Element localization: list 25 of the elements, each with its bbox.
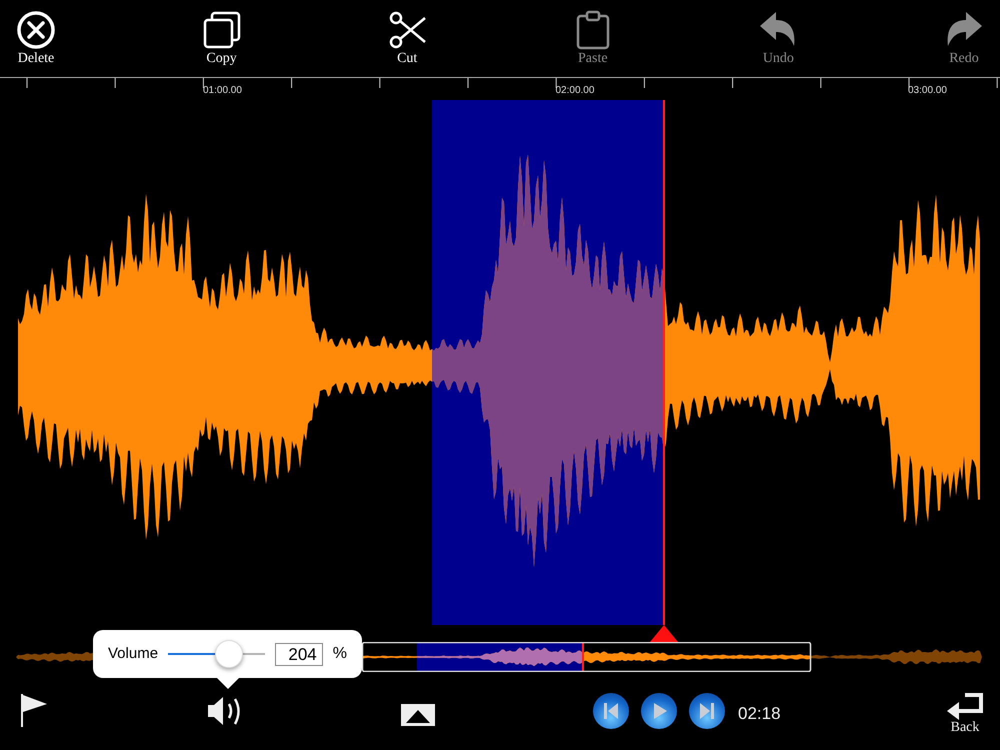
close-icon	[16, 10, 56, 50]
skip-forward-icon	[697, 701, 717, 721]
volume-slider[interactable]	[168, 639, 266, 669]
skip-forward-button[interactable]	[689, 693, 725, 729]
skip-back-button[interactable]	[593, 693, 629, 729]
toolbar-button[interactable]: Copy	[198, 10, 246, 66]
toolbar-button[interactable]: Delete	[12, 10, 60, 66]
flag-icon[interactable]	[19, 692, 49, 728]
toolbar-button[interactable]: Cut	[383, 10, 432, 66]
scissors-icon	[387, 10, 428, 50]
back-button[interactable]: Back	[942, 691, 988, 735]
play-button[interactable]	[641, 693, 677, 729]
slider-thumb[interactable]	[215, 640, 244, 668]
copy-icon	[202, 10, 242, 50]
volume-input-field[interactable]: 204	[275, 642, 323, 666]
percent-label: %	[332, 644, 347, 664]
airplay-icon[interactable]	[400, 703, 436, 727]
playhead-marker-icon[interactable]	[650, 625, 678, 642]
timeline-label: 02:00.00	[556, 86, 594, 96]
skip-back-icon	[601, 701, 621, 721]
return-arrow-icon	[945, 691, 985, 721]
timeline-label: 01:00.00	[203, 86, 242, 96]
playback-time: 02:18	[738, 703, 781, 725]
timeline-label: 03:00.00	[908, 86, 947, 96]
volume-label: Volume	[108, 644, 158, 664]
